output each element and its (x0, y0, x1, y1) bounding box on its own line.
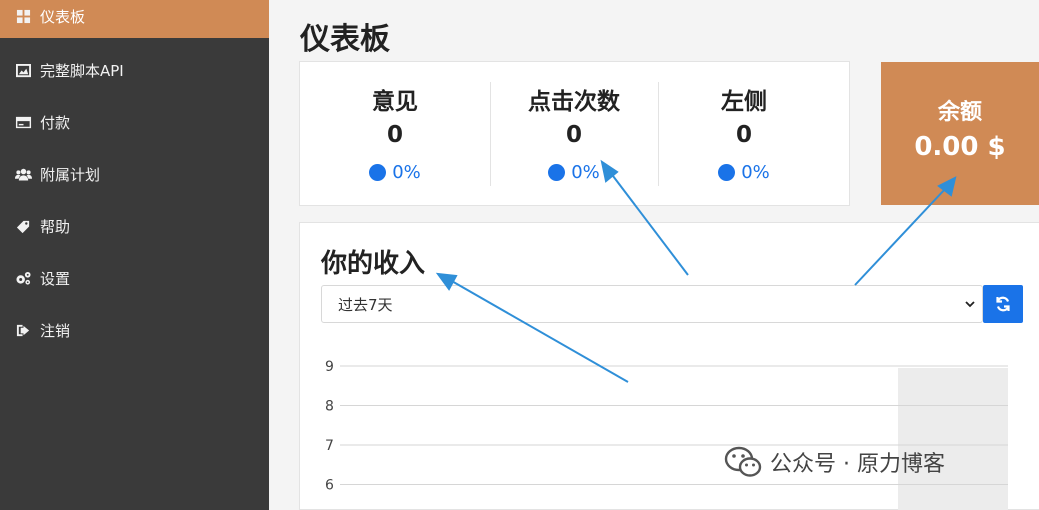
stat-left: 左侧 0 0% (658, 62, 830, 207)
refresh-button[interactable] (983, 285, 1023, 323)
stat-change-value: 0% (741, 162, 770, 183)
stat-views: 意见 0 0% (300, 62, 490, 207)
income-title: 你的收入 (321, 249, 426, 279)
stat-value: 0 (735, 122, 752, 148)
sidebar-item-help[interactable]: 帮助 (0, 204, 269, 248)
balance-value: 0.00 $ (914, 132, 1006, 162)
users-icon (14, 166, 32, 182)
sidebar-item-label: 仪表板 (40, 7, 86, 26)
stat-clicks: 点击次数 0 0% (490, 62, 658, 207)
sidebar-item-label: 付款 (40, 113, 71, 132)
stat-label: 意见 (372, 89, 418, 115)
sidebar-item-label: 设置 (40, 269, 71, 288)
y-tick-label: 7 (325, 438, 334, 454)
sidebar-item-full-script-api[interactable]: 完整脚本API (0, 48, 269, 92)
y-tick-label: 6 (325, 478, 334, 494)
stat-value: 0 (386, 122, 403, 148)
sidebar: 仪表板 完整脚本API 付款 附属计划 帮助 设置 注销 (0, 0, 269, 510)
change-dot-icon (718, 164, 736, 181)
stat-change-value: 0% (571, 162, 600, 183)
sign-out-icon (14, 322, 32, 338)
page-title: 仪表板 (300, 22, 390, 57)
sidebar-item-settings[interactable]: 设置 (0, 256, 269, 300)
sidebar-item-logout[interactable]: 注销 (0, 308, 269, 352)
tag-icon (14, 218, 32, 234)
period-select-value: 过去7天 (338, 295, 393, 314)
y-tick-label: 9 (325, 359, 334, 375)
period-select[interactable]: 过去7天 (321, 285, 983, 323)
stat-change-value: 0% (392, 162, 421, 183)
sidebar-item-payment[interactable]: 付款 (0, 100, 269, 144)
change-dot-icon (369, 164, 387, 181)
change-dot-icon (548, 164, 566, 181)
grid-icon (14, 8, 32, 24)
credit-card-icon (14, 114, 32, 130)
refresh-icon (996, 296, 1010, 312)
wechat-icon (724, 446, 762, 477)
stat-change: 0% (490, 162, 658, 183)
sidebar-item-dashboard[interactable]: 仪表板 (0, 0, 269, 38)
stat-change: 0% (658, 162, 830, 183)
watermark-text: 公众号 · 原力博客 (770, 452, 945, 477)
stat-label: 左侧 (721, 89, 767, 115)
balance-card: 余额 0.00 $ (881, 62, 1039, 205)
sidebar-item-label: 附属计划 (40, 165, 101, 184)
y-tick-label: 8 (325, 399, 334, 415)
stats-card: 意见 0 0% 点击次数 0 0% 左侧 0 0% (299, 61, 850, 206)
sidebar-item-label: 完整脚本API (40, 61, 124, 80)
stat-label: 点击次数 (528, 89, 620, 115)
sidebar-item-label: 注销 (40, 321, 71, 340)
sidebar-item-label: 帮助 (40, 217, 71, 236)
image-icon (14, 62, 32, 78)
gears-icon (14, 270, 32, 286)
chevron-down-icon (965, 301, 975, 308)
stat-change: 0% (300, 162, 490, 183)
watermark: 公众号 · 原力博客 (724, 446, 945, 478)
stat-value: 0 (565, 122, 582, 148)
sidebar-item-affiliate[interactable]: 附属计划 (0, 152, 269, 196)
income-chart-svg: 9 8 7 6 (325, 359, 1008, 494)
income-chart: 9 8 7 6 (300, 338, 1039, 510)
balance-label: 余额 (937, 100, 982, 125)
